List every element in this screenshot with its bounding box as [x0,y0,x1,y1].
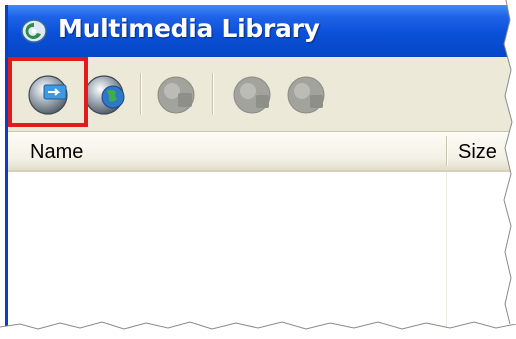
disabled-button-3[interactable] [284,71,330,117]
disabled-button-1[interactable] [154,71,200,117]
app-icon [20,18,48,44]
multimedia-library-window: Multimedia Library Name Size [5,5,516,327]
list-header: Name Size [8,132,516,172]
disabled-button-2[interactable] [230,71,276,117]
toolbar-separator [140,73,142,115]
column-divider[interactable] [446,136,448,166]
toolbar-separator [212,73,214,115]
globe-button[interactable] [84,71,130,117]
disc-disabled-icon [157,76,195,114]
file-list[interactable] [8,172,516,327]
disc-globe-icon [84,75,125,115]
title-bar[interactable]: Multimedia Library [8,5,516,57]
highlight-box [8,57,88,127]
disc-disabled-icon [287,76,325,114]
disc-disabled-icon [233,76,271,114]
window-title: Multimedia Library [58,14,320,43]
column-header-size[interactable]: Size [458,141,497,164]
column-header-name[interactable]: Name [30,141,83,164]
column-gridline [446,172,447,327]
